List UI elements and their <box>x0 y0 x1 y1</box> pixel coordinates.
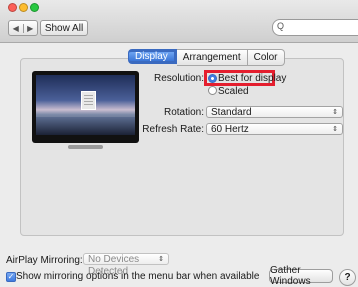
select-arrows-icon: ⇕ <box>158 256 164 263</box>
tab-arrangement[interactable]: Arrangement <box>176 49 248 66</box>
resolution-scaled-label[interactable]: Scaled <box>218 86 249 97</box>
show-all-button[interactable]: Show All <box>40 20 88 36</box>
select-arrows-icon: ⇕ <box>332 109 338 116</box>
mirroring-options-label[interactable]: Show mirroring options in the menu bar w… <box>16 271 259 282</box>
mirroring-options-checkbox[interactable]: ✓ <box>6 272 16 282</box>
resolution-best-label[interactable]: Best for display <box>218 73 286 84</box>
forward-arrow-icon[interactable]: ▶ <box>22 23 38 33</box>
close-window-button[interactable] <box>8 3 17 12</box>
tab-display[interactable]: Display <box>128 49 177 64</box>
monitor-stand <box>68 145 103 149</box>
back-arrow-icon[interactable]: ◀ <box>9 24 23 33</box>
tab-bar: Display Arrangement Color <box>128 49 285 66</box>
minimize-window-button[interactable] <box>19 3 28 12</box>
rotation-select[interactable]: Standard ⇕ <box>206 106 343 118</box>
rotation-value: Standard <box>211 107 252 118</box>
airplay-mirroring-label: AirPlay Mirroring: <box>6 255 83 266</box>
refresh-rate-value: 60 Hertz <box>211 124 249 135</box>
search-icon: Q <box>277 21 285 31</box>
resolution-label: Resolution: <box>153 73 204 84</box>
back-forward-group: ◀ ▶ <box>8 20 38 36</box>
search-field[interactable]: Q <box>272 19 358 36</box>
select-arrows-icon: ⇕ <box>332 126 338 133</box>
airplay-mirroring-select[interactable]: No Devices Detected ⇕ <box>83 253 169 277</box>
tab-color[interactable]: Color <box>247 49 285 66</box>
resolution-best-radio[interactable] <box>208 74 217 83</box>
refresh-rate-label: Refresh Rate: <box>142 124 204 135</box>
display-preview-image <box>32 71 139 149</box>
resolution-scaled-radio[interactable] <box>208 86 217 95</box>
display-wallpaper <box>36 75 135 135</box>
zoom-window-button[interactable] <box>30 3 39 12</box>
window-icon <box>81 91 96 110</box>
rotation-label: Rotation: <box>163 107 204 118</box>
refresh-rate-select[interactable]: 60 Hertz ⇕ <box>206 123 343 135</box>
help-button[interactable]: ? <box>339 269 356 286</box>
gather-windows-button[interactable]: Gather Windows <box>269 265 333 287</box>
search-input[interactable] <box>287 21 355 33</box>
